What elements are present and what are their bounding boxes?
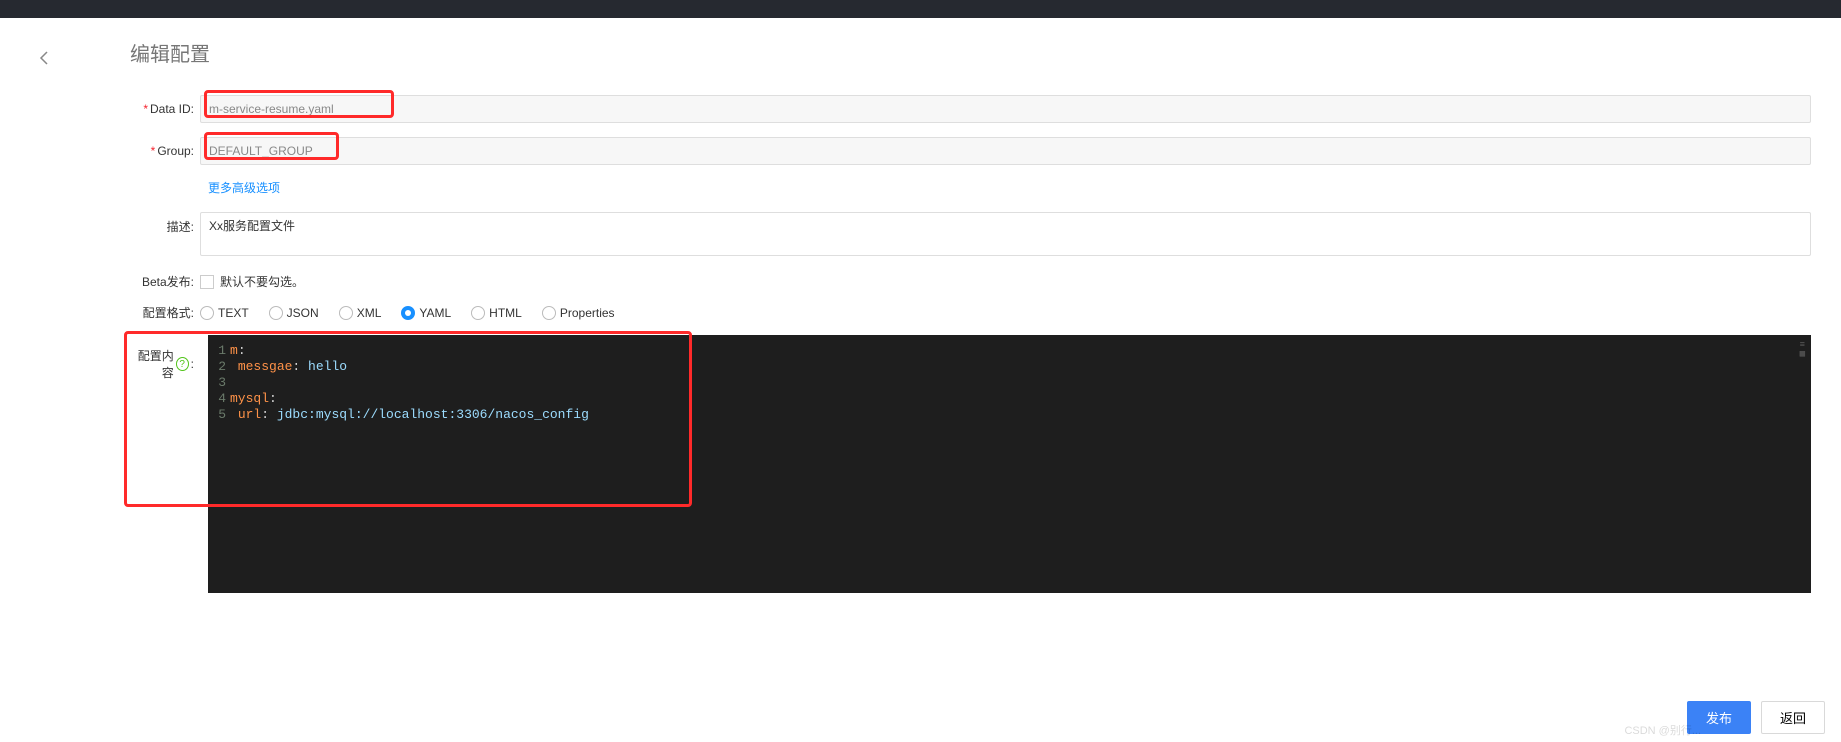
radio-label: TEXT [218, 306, 249, 320]
label-beta: Beta发布: [130, 273, 200, 290]
row-format: 配置格式: TEXT JSON XML YAML HTML Properties [130, 304, 1811, 321]
textarea-desc[interactable]: Xx服务配置文件 [200, 212, 1811, 256]
label-editor: 配置内容 ? : [130, 335, 200, 381]
code-line: m: [230, 343, 589, 359]
radio-label: YAML [419, 306, 451, 320]
footer-buttons: 发布 返回 [1687, 701, 1825, 734]
radio-circle-icon [200, 306, 214, 320]
label-format: 配置格式: [130, 304, 200, 321]
input-group[interactable] [200, 137, 1811, 165]
radio-label: HTML [489, 306, 522, 320]
back-chevron-icon[interactable] [36, 50, 52, 66]
radio-label: JSON [287, 306, 319, 320]
line-number: 5 [208, 407, 226, 423]
main-content: 编辑配置 *Data ID: *Group: 更多高级选项 描述: Xx服务配置… [100, 18, 1841, 718]
row-data-id: *Data ID: [130, 95, 1811, 123]
help-icon[interactable]: ? [176, 357, 189, 371]
radio-circle-icon [269, 306, 283, 320]
radio-circle-icon [339, 306, 353, 320]
code-line: mysql: [230, 391, 589, 407]
input-data-id[interactable] [200, 95, 1811, 123]
radio-format-xml[interactable]: XML [339, 306, 382, 320]
code-line: url: jdbc:mysql://localhost:3306/nacos_c… [230, 407, 589, 423]
line-number: 1 [208, 343, 226, 359]
editor-gutter: 12345 [208, 335, 230, 593]
radio-format-yaml[interactable]: YAML [401, 306, 451, 320]
row-group: *Group: [130, 137, 1811, 165]
back-button[interactable]: 返回 [1761, 701, 1825, 734]
label-group: *Group: [130, 144, 200, 158]
radio-circle-icon [401, 306, 415, 320]
row-editor: 配置内容 ? : 12345 m: messgae: hello mysql: … [130, 335, 1811, 593]
left-gutter [0, 18, 100, 718]
radio-format-properties[interactable]: Properties [542, 306, 615, 320]
line-number: 2 [208, 359, 226, 375]
line-number: 4 [208, 391, 226, 407]
radio-label: Properties [560, 306, 615, 320]
editor-code[interactable]: m: messgae: hello mysql: url: jdbc:mysql… [230, 335, 589, 593]
radio-circle-icon [542, 306, 556, 320]
label-data-id: *Data ID: [130, 102, 200, 116]
radio-format-text[interactable]: TEXT [200, 306, 249, 320]
editor-annotation: ≡▦ [1800, 341, 1805, 359]
watermark: CSDN @别行... [1624, 722, 1701, 738]
radio-format-json[interactable]: JSON [269, 306, 319, 320]
code-line: messgae: hello [230, 359, 589, 375]
row-beta: Beta发布: 默认不要勾选。 [130, 273, 1811, 290]
label-desc: 描述: [130, 212, 200, 235]
row-desc: 描述: Xx服务配置文件 [130, 212, 1811, 259]
checkbox-beta[interactable] [200, 275, 214, 289]
radio-label: XML [357, 306, 382, 320]
radio-circle-icon [471, 306, 485, 320]
code-line [230, 375, 589, 391]
radio-format-html[interactable]: HTML [471, 306, 522, 320]
top-bar [0, 0, 1841, 18]
more-advanced-link[interactable]: 更多高级选项 [208, 179, 280, 196]
page-title: 编辑配置 [130, 38, 1811, 67]
beta-hint: 默认不要勾选。 [220, 273, 304, 290]
line-number: 3 [208, 375, 226, 391]
code-editor[interactable]: 12345 m: messgae: hello mysql: url: jdbc… [208, 335, 1811, 593]
